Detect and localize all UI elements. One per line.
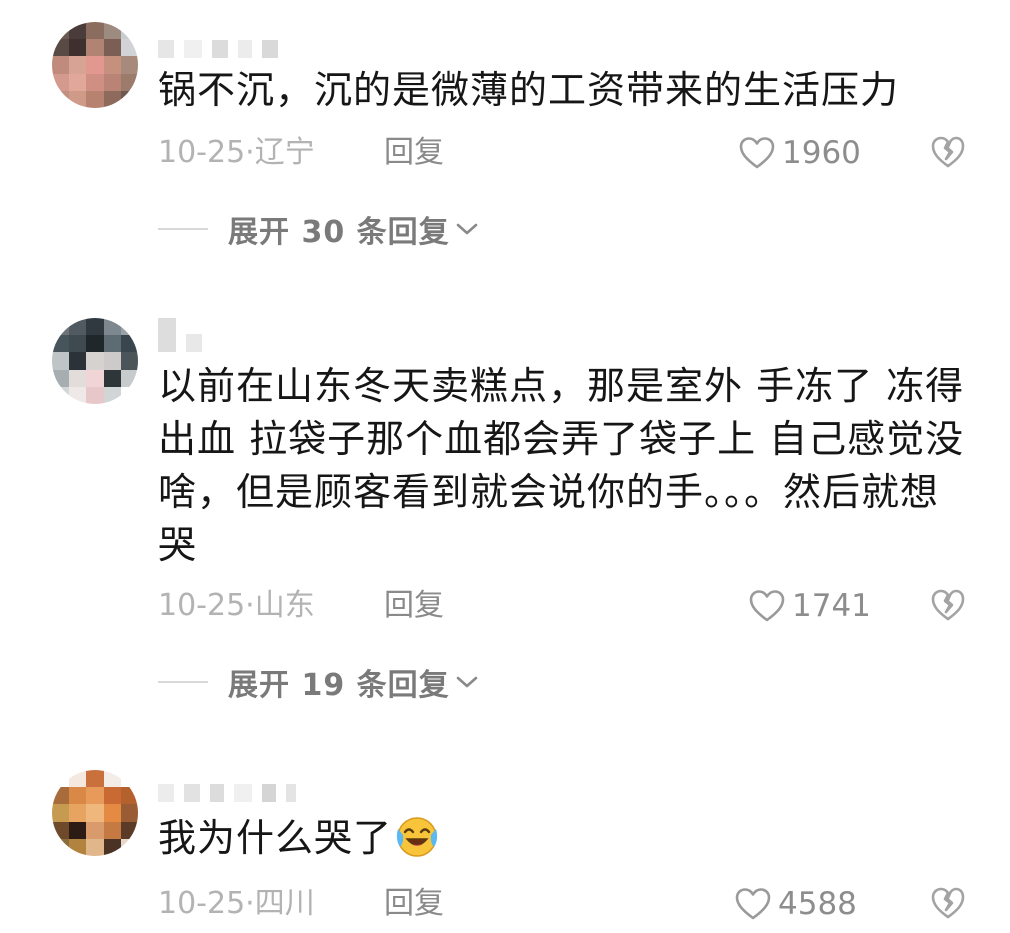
broken-heart-icon[interactable] [930,886,966,920]
like-button[interactable]: 1960 [738,131,861,175]
username[interactable] [158,40,278,60]
reply-button[interactable]: 回复 [384,131,444,175]
username[interactable] [158,318,202,352]
chevron-down-icon [456,676,477,688]
username[interactable] [158,784,296,804]
comment-date-location: 10-25·四川 [158,886,315,921]
heart-outline-icon [735,888,771,920]
reply-button[interactable]: 回复 [384,584,444,628]
broken-heart-icon[interactable] [930,588,966,622]
crying-laughing-emoji-icon [396,817,438,857]
divider-line [158,681,208,683]
like-button[interactable]: 4588 [734,882,857,926]
expand-replies-label: 展开 19 条回复 [228,668,450,703]
avatar[interactable] [52,318,138,404]
comment-text: 以前在山东冬天卖糕点，那是室外 手冻了 冻得出血 拉袋子那个血都会弄了袋子上 自… [158,364,965,567]
comment-meta: 10-25·辽宁 回复 1960 [158,131,978,175]
heart-outline-icon [739,137,775,169]
comment-text: 我为什么哭了 [158,812,968,865]
avatar[interactable] [52,770,138,856]
comment-date-location: 10-25·山东 [158,588,315,623]
reply-button[interactable]: 回复 [384,882,444,926]
like-count: 4588 [778,886,857,922]
chevron-down-icon [456,223,477,235]
heart-outline-icon [749,590,785,622]
comment-text: 锅不沉，沉的是微薄的工资带来的生活压力 [158,68,900,112]
expand-replies-button[interactable]: 展开 30 条回复 [158,209,480,250]
like-count: 1741 [792,588,871,624]
comment-meta: 10-25·四川 回复 4588 [158,882,978,926]
like-count: 1960 [782,135,861,171]
expand-replies-button[interactable]: 展开 19 条回复 [158,662,480,703]
broken-heart-icon[interactable] [930,135,966,169]
like-button[interactable]: 1741 [748,584,871,628]
comment-text-content: 我为什么哭了 [158,816,393,860]
comment-meta: 10-25·山东 回复 1741 [158,584,978,628]
avatar[interactable] [52,22,138,108]
divider-line [158,228,208,230]
comment-date-location: 10-25·辽宁 [158,135,315,170]
expand-replies-label: 展开 30 条回复 [228,215,450,250]
